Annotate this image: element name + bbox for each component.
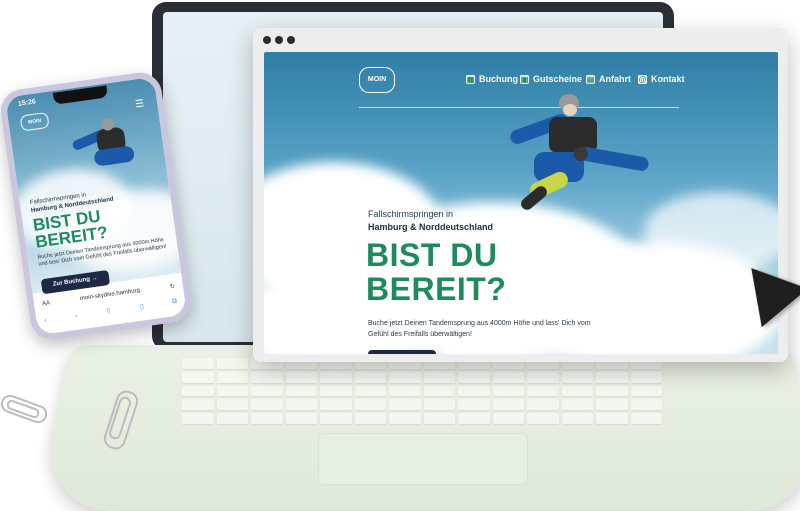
keyboard-key [492, 385, 524, 397]
keyboard-key [182, 399, 214, 411]
keyboard-key [527, 399, 559, 411]
nav-gutscheine[interactable]: ▣ Gutscheine [520, 74, 582, 84]
nav-buchung[interactable]: ▦ Buchung [466, 74, 518, 84]
window-dot-icon [275, 36, 283, 44]
url-text: moin-skydive.hamburg [79, 287, 141, 303]
keyboard-key [458, 385, 490, 397]
phone-screen: 15:26 MOIN ☰ Fallschirmspringen in Hambu… [5, 76, 187, 336]
window-dot-icon [287, 36, 295, 44]
bookmarks-icon[interactable]: ▯ [139, 302, 145, 310]
keyboard-key [458, 371, 490, 383]
keyboard-key [182, 358, 214, 369]
keyboard-key [389, 371, 421, 383]
at-icon: @ [638, 74, 647, 84]
keyboard-key [320, 385, 352, 397]
tabs-icon[interactable]: ⧉ [172, 298, 178, 307]
site-logo[interactable]: MOIN [359, 67, 395, 93]
website-viewport: MOIN ▦ Buchung ▣ Gutscheine ▤ Anfahrt @ … [264, 52, 778, 354]
keyboard-key [216, 385, 248, 397]
nav-label: Buchung [479, 74, 518, 84]
keyboard-key [285, 385, 317, 397]
reload-icon[interactable]: ↻ [169, 282, 176, 290]
hero-title: BIST DU BEREIT? [366, 238, 506, 306]
nav-label: Anfahrt [599, 74, 631, 84]
keyboard-key [216, 358, 248, 369]
keyboard-key [423, 399, 455, 411]
nav-label: Gutscheine [533, 74, 583, 84]
hero-subtitle: Fallschirmspringen in Hamburg & Norddeut… [368, 208, 493, 234]
skydivers-image [494, 92, 654, 222]
keyboard-key [527, 413, 559, 424]
keyboard-key [216, 413, 248, 424]
keyboard-key [527, 371, 559, 383]
keyboard-key [182, 385, 214, 397]
gift-icon: ▣ [520, 74, 529, 84]
keyboard-key [251, 399, 283, 411]
hamburger-menu-icon[interactable]: ☰ [135, 98, 145, 110]
text-size-icon[interactable]: AA [42, 300, 51, 307]
keyboard-key [596, 413, 628, 424]
keyboard-key [389, 385, 421, 397]
forward-icon[interactable]: › [75, 312, 78, 319]
keyboard-key [630, 385, 662, 397]
window-dot-icon [263, 36, 271, 44]
laptop-trackpad [318, 433, 528, 485]
keyboard-key [527, 385, 559, 397]
keyboard-key [423, 413, 455, 424]
calendar-icon: ▦ [466, 74, 475, 84]
keyboard-key [354, 399, 386, 411]
keyboard-key [285, 371, 317, 383]
map-icon: ▤ [586, 74, 595, 84]
keyboard-key [596, 385, 628, 397]
keyboard-key [389, 399, 421, 411]
keyboard-key [354, 413, 386, 424]
keyboard-key [630, 413, 662, 424]
keyboard-key [285, 399, 317, 411]
keyboard-key [251, 385, 283, 397]
hero-primary-button[interactable] [368, 350, 436, 354]
laptop-keyboard [182, 358, 662, 424]
keyboard-key [458, 413, 490, 424]
keyboard-key [285, 413, 317, 424]
keyboard-key [596, 399, 628, 411]
hero-subtitle-line-bold: Hamburg & Norddeutschland [368, 222, 494, 232]
keyboard-key [423, 385, 455, 397]
keyboard-key [182, 371, 214, 383]
nav-kontakt[interactable]: @ Kontakt [638, 74, 685, 84]
keyboard-key [492, 413, 524, 424]
keyboard-key [216, 399, 248, 411]
keyboard-key [458, 399, 490, 411]
back-icon[interactable]: ‹ [44, 317, 47, 324]
keyboard-key [561, 385, 593, 397]
keyboard-key [320, 399, 352, 411]
hero-title-line: BIST DU [366, 237, 498, 273]
keyboard-key [630, 371, 662, 383]
hero-title-line: BEREIT? [366, 271, 507, 307]
keyboard-key [561, 371, 593, 383]
keyboard-key [492, 399, 524, 411]
nav-anfahrt[interactable]: ▤ Anfahrt [586, 74, 631, 84]
keyboard-key [389, 413, 421, 424]
keyboard-key [492, 371, 524, 383]
keyboard-key [216, 371, 248, 383]
keyboard-key [251, 413, 283, 424]
hero-description: Buche jetzt Deinen Tandemsprung aus 4000… [368, 320, 591, 338]
hero-secondary-button[interactable] [444, 350, 524, 354]
share-icon[interactable]: ⇧ [105, 307, 112, 316]
keyboard-key [320, 413, 352, 424]
keyboard-key [251, 371, 283, 383]
keyboard-key [630, 399, 662, 411]
nav-label: Kontakt [651, 74, 685, 84]
keyboard-key [423, 371, 455, 383]
keyboard-key [596, 371, 628, 383]
hero-subtitle-line: Fallschirmspringen in [368, 209, 454, 219]
keyboard-key [354, 371, 386, 383]
keyboard-key [561, 413, 593, 424]
keyboard-key [354, 385, 386, 397]
phone-website [5, 76, 187, 294]
keyboard-key [561, 399, 593, 411]
keyboard-key [320, 371, 352, 383]
keyboard-key [182, 413, 214, 424]
